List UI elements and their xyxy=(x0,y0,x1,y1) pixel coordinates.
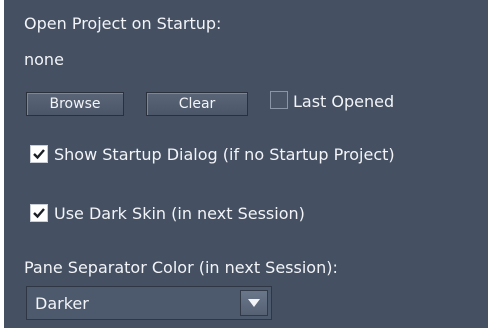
chevron-down-icon xyxy=(248,299,260,307)
pane-separator-label: Pane Separator Color (in next Session): xyxy=(24,258,338,277)
checkmark-icon xyxy=(33,208,45,219)
show-startup-dialog-label: Show Startup Dialog (if no Startup Proje… xyxy=(54,145,395,164)
clear-button[interactable]: Clear xyxy=(146,92,248,116)
dark-skin-label: Use Dark Skin (in next Session) xyxy=(54,204,305,223)
dropdown-arrow-button[interactable] xyxy=(240,290,268,316)
dark-skin-checkbox[interactable] xyxy=(30,204,48,222)
pane-separator-select[interactable]: Darker xyxy=(26,286,272,320)
preferences-panel: Open Project on Startup: none Browse Cle… xyxy=(4,0,488,328)
last-opened-checkbox[interactable] xyxy=(270,91,288,109)
last-opened-label: Last Opened xyxy=(293,92,395,111)
open-project-label: Open Project on Startup: xyxy=(24,14,222,33)
startup-project-value: none xyxy=(24,50,64,69)
browse-button[interactable]: Browse xyxy=(26,92,124,116)
show-startup-dialog-checkbox[interactable] xyxy=(30,145,48,163)
checkmark-icon xyxy=(33,149,45,160)
pane-separator-selected-value: Darker xyxy=(35,294,89,313)
